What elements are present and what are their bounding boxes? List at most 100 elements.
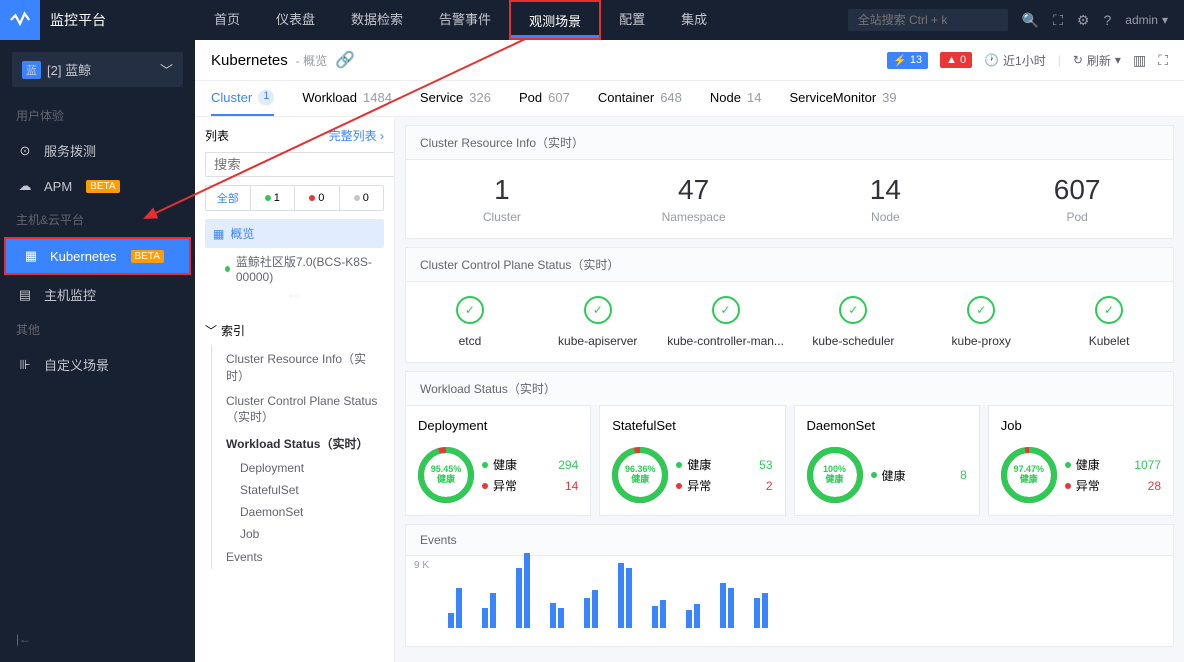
custom-icon: ⊪ xyxy=(16,357,34,373)
list-label: 列表 xyxy=(205,127,229,144)
idx-deployment[interactable]: Deployment xyxy=(211,457,384,479)
alert-normal-badge[interactable]: ⚡ 13 xyxy=(887,52,928,69)
bar-group xyxy=(618,563,632,628)
kubernetes-icon: ▦ xyxy=(22,248,40,264)
bar-group xyxy=(584,590,598,628)
time-range[interactable]: 🕐 近1小时 xyxy=(984,52,1046,69)
overview-icon: ▦ xyxy=(213,227,224,241)
fullscreen-icon[interactable]: ⛶ xyxy=(1158,52,1168,69)
chevron-down-icon: ﹀ xyxy=(160,60,173,79)
card-title: Cluster Resource Info（实时） xyxy=(406,126,1173,160)
status-kube-apiserver: ✓kube-apiserver xyxy=(534,296,662,348)
link-icon[interactable]: 🔗 xyxy=(335,50,355,70)
bar-group xyxy=(754,593,768,628)
stat-node: 14Node xyxy=(790,174,982,224)
card-resource-info: Cluster Resource Info（实时） 1Cluster47Name… xyxy=(405,125,1174,239)
tree-overview[interactable]: ▦概览 xyxy=(205,219,384,248)
workload-title: Workload Status（实时） xyxy=(405,371,1174,405)
workload-card-deployment: Deployment 95.45%健康 健康294 异常14 xyxy=(405,405,591,516)
stat-namespace: 47Namespace xyxy=(598,174,790,224)
sidebar-item-kubernetes[interactable]: ▦KubernetesBETA xyxy=(4,237,191,275)
stat-cluster: 1Cluster xyxy=(406,174,598,224)
alert-error-badge[interactable]: ▲ 0 xyxy=(940,52,972,68)
nav-integrate[interactable]: 集成 xyxy=(663,0,725,40)
tab-servicemonitor[interactable]: ServiceMonitor39 xyxy=(789,81,896,116)
card-control-plane: Cluster Control Plane Status（实时） ✓etcd✓k… xyxy=(405,247,1174,363)
tab-container[interactable]: Container648 xyxy=(598,81,682,116)
check-icon: ✓ xyxy=(712,296,740,324)
user-menu[interactable]: admin ▾ xyxy=(1125,13,1168,27)
tab-cluster[interactable]: Cluster1 xyxy=(211,81,274,116)
nav-observe[interactable]: 观测场景 xyxy=(509,0,601,40)
status-etcd: ✓etcd xyxy=(406,296,534,348)
check-icon: ✓ xyxy=(1095,296,1123,324)
resize-handle[interactable]: ⋯ xyxy=(205,289,384,304)
search-icon[interactable]: 🔍 xyxy=(1022,12,1039,29)
filter-all[interactable]: 全部 xyxy=(206,186,251,210)
donut-chart: 100%健康 xyxy=(807,447,863,503)
tab-workload[interactable]: Workload1484 xyxy=(302,81,392,116)
idx-resource[interactable]: Cluster Resource Info（实时） xyxy=(211,345,384,389)
bar-group xyxy=(448,588,462,628)
idx-events[interactable]: Events xyxy=(211,545,384,569)
check-icon: ✓ xyxy=(584,296,612,324)
sidebar-item-probe[interactable]: ⊙服务拨测 xyxy=(0,132,195,169)
filter-error[interactable]: 0 xyxy=(295,186,340,210)
beta-badge: BETA xyxy=(131,250,164,263)
idx-daemonset[interactable]: DaemonSet xyxy=(211,501,384,523)
tab-pod[interactable]: Pod607 xyxy=(519,81,570,116)
section-ux: 用户体验 xyxy=(0,99,195,132)
refresh-dropdown[interactable]: ↻ 刷新 ▾ xyxy=(1073,52,1121,69)
expand-icon[interactable]: ⛶ xyxy=(1053,12,1063,29)
donut-chart: 96.36%健康 xyxy=(612,447,668,503)
workload-card-job: Job 97.47%健康 健康1077 异常28 xyxy=(988,405,1174,516)
tenant-selector[interactable]: 蓝 [2] 蓝鲸 ﹀ xyxy=(12,52,183,87)
idx-statefulset[interactable]: StatefulSet xyxy=(211,479,384,501)
idx-control[interactable]: Cluster Control Plane Status（实时） xyxy=(211,389,384,430)
nav-config[interactable]: 配置 xyxy=(601,0,663,40)
workload-card-daemonset: DaemonSet 100%健康 健康8 xyxy=(794,405,980,516)
check-icon: ✓ xyxy=(839,296,867,324)
y-axis-label: 9 K xyxy=(414,560,429,571)
full-list-link[interactable]: 完整列表 › xyxy=(329,127,384,144)
bar-group xyxy=(720,583,734,628)
breadcrumb-sub: - 概览 xyxy=(296,52,327,69)
status-Kubelet: ✓Kubelet xyxy=(1045,296,1173,348)
nav-alert[interactable]: 告警事件 xyxy=(421,0,509,40)
filter-healthy[interactable]: 1 xyxy=(251,186,296,210)
idx-workload[interactable]: Workload Status（实时） xyxy=(211,430,384,457)
index-header[interactable]: ﹀ 索引 xyxy=(205,316,384,345)
stat-pod: 607Pod xyxy=(981,174,1173,224)
nav-home[interactable]: 首页 xyxy=(196,0,258,40)
status-dot-icon xyxy=(225,266,230,272)
tab-node[interactable]: Node14 xyxy=(710,81,762,116)
filter-unknown[interactable]: 0 xyxy=(340,186,384,210)
donut-chart: 97.47%健康 xyxy=(1001,447,1057,503)
idx-job[interactable]: Job xyxy=(211,523,384,545)
layout-icon[interactable]: ▥ xyxy=(1133,52,1146,69)
tab-service[interactable]: Service326 xyxy=(420,81,491,116)
card-title: Cluster Control Plane Status（实时） xyxy=(406,248,1173,282)
sidebar-item-apm[interactable]: ☁APMBETA xyxy=(0,169,195,203)
logo[interactable] xyxy=(0,0,40,40)
check-icon: ✓ xyxy=(967,296,995,324)
section-host: 主机&云平台 xyxy=(0,203,195,236)
help-icon[interactable]: ? xyxy=(1103,12,1111,28)
cluster-search-input[interactable] xyxy=(205,152,395,177)
bar-group xyxy=(516,553,530,628)
bar-group xyxy=(550,603,564,628)
sidebar-item-custom[interactable]: ⊪自定义场景 xyxy=(0,346,195,383)
host-icon: ▤ xyxy=(16,287,34,303)
page-title: Kubernetes xyxy=(211,52,288,69)
tree-cluster-item[interactable]: 蓝鲸社区版7.0(BCS-K8S-00000) xyxy=(205,248,384,289)
nav-dashboard[interactable]: 仪表盘 xyxy=(258,0,333,40)
bar-group xyxy=(652,600,666,628)
global-search-input[interactable] xyxy=(848,9,1008,31)
apm-icon: ☁ xyxy=(16,178,34,194)
probe-icon: ⊙ xyxy=(16,143,34,159)
nav-data[interactable]: 数据检索 xyxy=(333,0,421,40)
gear-icon[interactable]: ⚙ xyxy=(1077,12,1090,29)
collapse-sidebar[interactable]: |← xyxy=(0,624,47,654)
bar-group xyxy=(686,604,700,628)
sidebar-item-host[interactable]: ▤主机监控 xyxy=(0,276,195,313)
